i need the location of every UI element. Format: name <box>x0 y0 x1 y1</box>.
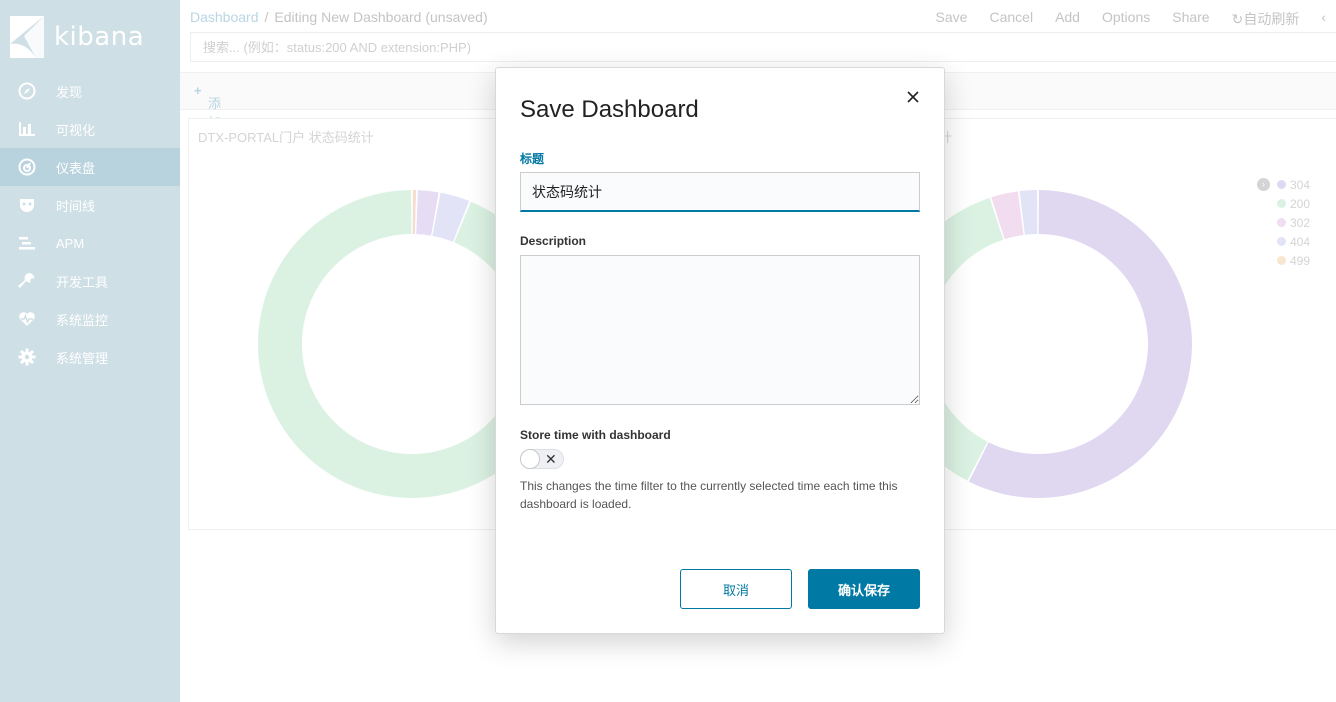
save-dashboard-modal: Save Dashboard 标题 Description Store time… <box>495 67 945 634</box>
sidebar-item-timeline[interactable]: 时间线 <box>0 186 180 224</box>
pie-slice-200[interactable] <box>258 190 566 499</box>
kibana-logo-icon <box>10 16 44 58</box>
pie-slice-304[interactable] <box>968 190 1192 499</box>
sidebar-item-visualize[interactable]: 可视化 <box>0 110 180 148</box>
breadcrumb-dashboard-link[interactable]: Dashboard <box>190 9 259 25</box>
breadcrumb-current: Editing New Dashboard (unsaved) <box>274 9 488 25</box>
sidebar-item-label: 系统监控 <box>56 312 109 328</box>
sidebar-item-discover[interactable]: 发现 <box>0 72 180 110</box>
legend-label: 302 <box>1289 215 1310 230</box>
top-actions: Save Cancel Add Options Share ↻自动刷新 ‹ <box>936 9 1326 29</box>
legend-dot <box>1276 199 1286 208</box>
legend-dot <box>1276 237 1286 246</box>
legend-label: 200 <box>1289 196 1310 211</box>
legend-label: 304 <box>1289 177 1310 192</box>
legend-toggle-icon[interactable]: › <box>1257 178 1270 191</box>
legend-item[interactable]: 499 <box>1276 251 1310 270</box>
toggle-knob <box>520 449 540 469</box>
auto-refresh-action[interactable]: ↻自动刷新 <box>1232 9 1300 29</box>
plus-icon: + <box>194 83 202 98</box>
legend-dot <box>1276 218 1286 227</box>
wrench-icon <box>18 272 36 290</box>
legend-item[interactable]: 404 <box>1276 232 1310 251</box>
sidebar-item-label: 仪表盘 <box>56 160 96 176</box>
pie-slice-499[interactable] <box>412 190 417 235</box>
options-action[interactable]: Options <box>1102 9 1150 29</box>
chart-legend: 304 200 302 404 499 <box>1276 175 1310 270</box>
share-action[interactable]: Share <box>1172 9 1209 29</box>
sidebar: kibana 发现 可视化 仪表盘 时间线 APM 开发工具 系统监控 系统管理 <box>0 0 180 702</box>
donut-chart-right <box>884 190 1192 499</box>
sidebar-item-label: 可视化 <box>56 122 96 138</box>
top-bar: Dashboard / Editing New Dashboard (unsaved… <box>180 0 1336 34</box>
add-filter-button[interactable]: 添加筛选器 + <box>194 83 221 187</box>
save-action[interactable]: Save <box>936 9 968 29</box>
store-time-help-text: This changes the time filter to the curr… <box>520 479 898 511</box>
modal-title: Save Dashboard <box>520 96 699 123</box>
panel-title: DTX-PORTAL门户 状态码统计 <box>198 130 374 145</box>
search-bar <box>190 32 1336 62</box>
title-field-label: 标题 <box>520 152 545 166</box>
collapse-chevron-icon[interactable]: ‹ <box>1321 9 1326 29</box>
legend-label: 404 <box>1289 234 1310 249</box>
legend-label: 499 <box>1289 253 1310 268</box>
dashboard-icon <box>18 158 36 176</box>
kibana-logo[interactable]: kibana <box>10 16 144 58</box>
panel-status-codes-left: DTX-PORTAL门户 状态码统计 <box>188 118 566 530</box>
sidebar-item-label: APM <box>56 235 85 251</box>
store-time-label: Store time with dashboard <box>520 428 671 442</box>
legend-item[interactable]: 302 <box>1276 213 1310 232</box>
cancel-action[interactable]: Cancel <box>989 9 1033 29</box>
close-icon <box>907 91 919 103</box>
sidebar-item-label: 时间线 <box>56 198 96 214</box>
logo-text: kibana <box>54 22 145 52</box>
store-time-toggle[interactable]: ✕ <box>520 449 564 469</box>
legend-dot <box>1276 256 1286 265</box>
description-field[interactable] <box>520 255 920 405</box>
sidebar-item-label: 开发工具 <box>56 274 109 290</box>
breadcrumb: Dashboard / Editing New Dashboard (unsaved… <box>190 9 488 25</box>
sidebar-item-management[interactable]: 系统管理 <box>0 338 180 376</box>
refresh-icon: ↻ <box>1231 11 1244 27</box>
donut-chart-left <box>258 190 566 499</box>
sidebar-item-monitoring[interactable]: 系统监控 <box>0 300 180 338</box>
compass-icon <box>18 82 36 100</box>
sidebar-item-apm[interactable]: APM <box>0 224 180 262</box>
close-button[interactable] <box>904 88 922 106</box>
heartbeat-icon <box>18 310 36 328</box>
breadcrumb-separator: / <box>264 9 269 25</box>
legend-item[interactable]: 200 <box>1276 194 1310 213</box>
confirm-save-button[interactable]: 确认保存 <box>808 569 920 609</box>
legend-dot <box>1276 180 1286 189</box>
add-action[interactable]: Add <box>1055 9 1080 29</box>
timeline-icon <box>18 196 36 214</box>
title-field[interactable] <box>520 172 920 212</box>
cancel-button[interactable]: 取消 <box>680 569 792 609</box>
sidebar-item-label: 系统管理 <box>56 350 109 366</box>
auto-refresh-label: 自动刷新 <box>1243 11 1300 27</box>
description-field-label: Description <box>520 234 587 248</box>
sidebar-item-label: 发现 <box>56 84 83 100</box>
search-input[interactable] <box>191 33 1336 61</box>
toggle-off-icon: ✕ <box>545 451 557 467</box>
sidebar-item-devtools[interactable]: 开发工具 <box>0 262 180 300</box>
sidebar-nav: 发现 可视化 仪表盘 时间线 APM 开发工具 系统监控 系统管理 <box>0 72 180 376</box>
bar-chart-icon <box>18 120 36 138</box>
apm-icon <box>18 234 36 252</box>
panel-status-codes-right: 计 › 304 200 302 404 499 <box>884 118 1336 530</box>
sidebar-item-dashboard[interactable]: 仪表盘 <box>0 148 180 186</box>
legend-item[interactable]: 304 <box>1276 175 1310 194</box>
gear-icon <box>18 348 36 366</box>
